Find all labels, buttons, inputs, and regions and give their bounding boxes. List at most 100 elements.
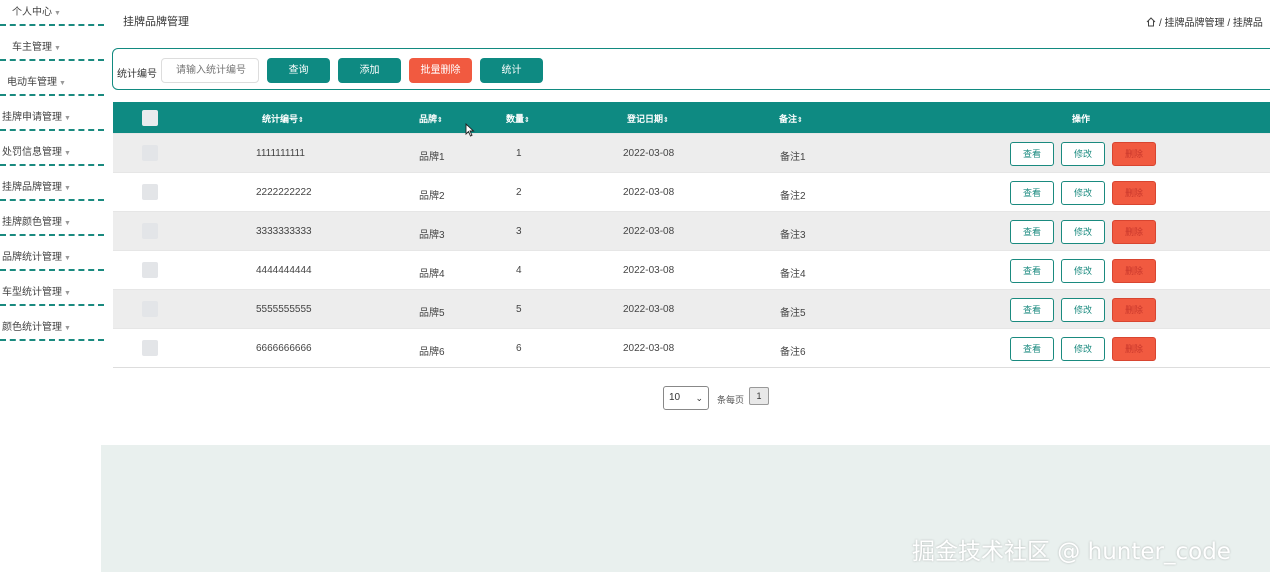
- table-row: 1111111111 品牌1 1 2022-03-08 备注1 查看 修改 删除: [113, 133, 1270, 172]
- delete-button[interactable]: 删除: [1112, 142, 1156, 166]
- edit-button[interactable]: 修改: [1061, 259, 1105, 283]
- breadcrumb: / 挂牌品牌管理 / 挂牌品: [1146, 14, 1270, 30]
- cell-note: 备注5: [780, 308, 806, 319]
- sidebar-item-label: 个人中心: [12, 7, 52, 18]
- chevron-down-icon: ▼: [54, 45, 61, 52]
- cell-code: 2222222222: [256, 187, 312, 198]
- cell-date: 2022-03-08: [623, 343, 675, 354]
- sidebar-item-brand-stats[interactable]: 品牌统计管理 ▼: [0, 236, 104, 271]
- cell-date: 2022-03-08: [623, 226, 675, 237]
- edit-button[interactable]: 修改: [1061, 220, 1105, 244]
- sort-icon: ⇕: [797, 117, 803, 124]
- per-page-label: 条每页: [717, 395, 745, 405]
- row-checkbox[interactable]: [142, 223, 158, 239]
- view-button[interactable]: 查看: [1010, 220, 1054, 244]
- page-title: 挂牌品牌管理: [123, 16, 189, 28]
- column-header-brand[interactable]: 品牌⇕: [419, 112, 443, 125]
- sidebar: 个人中心 ▼ 车主管理 ▼ 电动车管理 ▼ 挂牌申请管理 ▼ 处罚信息管理 ▼ 挂牌品牌管…: [0, 0, 104, 345]
- view-button[interactable]: 查看: [1010, 298, 1054, 322]
- sidebar-item-plate-brand[interactable]: 挂牌品牌管理 ▼: [0, 166, 104, 201]
- app-root: 个人中心 ▼ 车主管理 ▼ 电动车管理 ▼ 挂牌申请管理 ▼ 处罚信息管理 ▼ 挂牌品牌管…: [0, 0, 1270, 579]
- sidebar-item-label: 车主管理: [12, 42, 52, 53]
- cell-note: 备注3: [780, 230, 806, 241]
- sidebar-item-label: 车型统计管理: [2, 287, 62, 298]
- cell-date: 2022-03-08: [623, 304, 675, 315]
- row-checkbox[interactable]: [142, 340, 158, 356]
- column-header-code[interactable]: 统计编号⇕: [262, 112, 304, 125]
- cell-note: 备注4: [780, 269, 806, 280]
- chevron-down-icon: ▼: [64, 115, 71, 122]
- search-input[interactable]: [161, 58, 259, 83]
- sidebar-item-owner[interactable]: 车主管理 ▼: [0, 26, 104, 61]
- sidebar-item-label: 挂牌颜色管理: [2, 217, 62, 228]
- delete-button[interactable]: 删除: [1112, 298, 1156, 322]
- table-row: 6666666666 品牌6 6 2022-03-08 备注6 查看 修改 删除: [113, 328, 1270, 367]
- delete-button[interactable]: 删除: [1112, 259, 1156, 283]
- table-row: 5555555555 品牌5 5 2022-03-08 备注5 查看 修改 删除: [113, 289, 1270, 328]
- sidebar-item-personal-center[interactable]: 个人中心 ▼: [0, 0, 104, 26]
- table-row: 4444444444 品牌4 4 2022-03-08 备注4 查看 修改 删除: [113, 250, 1270, 289]
- cell-count: 4: [516, 265, 522, 276]
- sidebar-item-color-stats[interactable]: 颜色统计管理 ▼: [0, 306, 104, 341]
- cell-brand: 品牌5: [419, 308, 445, 319]
- cell-count: 5: [516, 304, 522, 315]
- edit-button[interactable]: 修改: [1061, 181, 1105, 205]
- select-all-checkbox[interactable]: [142, 110, 158, 126]
- sidebar-item-penalty[interactable]: 处罚信息管理 ▼: [0, 131, 104, 166]
- stats-button[interactable]: 统计: [480, 58, 543, 83]
- delete-button[interactable]: 删除: [1112, 220, 1156, 244]
- cell-count: 3: [516, 226, 522, 237]
- batch-delete-button[interactable]: 批量删除: [409, 58, 472, 83]
- row-checkbox[interactable]: [142, 301, 158, 317]
- watermark: 掘金技术社区 @ hunter_code: [912, 539, 1231, 565]
- page-number-button[interactable]: 1: [749, 387, 769, 405]
- cell-code: 4444444444: [256, 265, 312, 276]
- row-checkbox[interactable]: [142, 184, 158, 200]
- column-header-date[interactable]: 登记日期⇕: [627, 112, 669, 125]
- add-button[interactable]: 添加: [338, 58, 401, 83]
- column-header-note[interactable]: 备注⇕: [779, 112, 803, 125]
- sidebar-item-model-stats[interactable]: 车型统计管理 ▼: [0, 271, 104, 306]
- edit-button[interactable]: 修改: [1061, 298, 1105, 322]
- view-button[interactable]: 查看: [1010, 142, 1054, 166]
- row-checkbox[interactable]: [142, 262, 158, 278]
- delete-button[interactable]: 删除: [1112, 337, 1156, 361]
- sort-icon: ⇕: [298, 117, 304, 124]
- view-button[interactable]: 查看: [1010, 181, 1054, 205]
- view-button[interactable]: 查看: [1010, 337, 1054, 361]
- cell-brand: 品牌1: [419, 152, 445, 163]
- chevron-down-icon: ▼: [59, 80, 66, 87]
- table-row: 3333333333 品牌3 3 2022-03-08 备注3 查看 修改 删除: [113, 211, 1270, 250]
- sort-icon: ⇕: [437, 117, 443, 124]
- row-checkbox[interactable]: [142, 145, 158, 161]
- cell-brand: 品牌6: [419, 347, 445, 358]
- cell-date: 2022-03-08: [623, 265, 675, 276]
- breadcrumb-trail[interactable]: / 挂牌品牌管理 / 挂牌品: [1159, 18, 1263, 29]
- page-size-select[interactable]: 10 ⌄: [663, 386, 709, 410]
- sidebar-item-ebike[interactable]: 电动车管理 ▼: [0, 61, 104, 96]
- home-icon[interactable]: [1146, 17, 1156, 30]
- edit-button[interactable]: 修改: [1061, 142, 1105, 166]
- cell-code: 3333333333: [256, 226, 312, 237]
- view-button[interactable]: 查看: [1010, 259, 1054, 283]
- cell-date: 2022-03-08: [623, 148, 675, 159]
- cell-date: 2022-03-08: [623, 187, 675, 198]
- cell-brand: 品牌2: [419, 191, 445, 202]
- column-header-count[interactable]: 数量⇕: [506, 112, 530, 125]
- sort-icon: ⇕: [524, 117, 530, 124]
- chevron-down-icon: ▼: [64, 150, 71, 157]
- sidebar-item-plate-color[interactable]: 挂牌颜色管理 ▼: [0, 201, 104, 236]
- cell-note: 备注6: [780, 347, 806, 358]
- cell-count: 1: [516, 148, 522, 159]
- cell-note: 备注2: [780, 191, 806, 202]
- sidebar-item-plate-application[interactable]: 挂牌申请管理 ▼: [0, 96, 104, 131]
- delete-button[interactable]: 删除: [1112, 181, 1156, 205]
- edit-button[interactable]: 修改: [1061, 337, 1105, 361]
- sort-icon: ⇕: [663, 117, 669, 124]
- cell-brand: 品牌3: [419, 230, 445, 241]
- query-button[interactable]: 查询: [267, 58, 330, 83]
- chevron-down-icon: ▼: [64, 325, 71, 332]
- chevron-down-icon: ▼: [64, 185, 71, 192]
- brand-table: 统计编号⇕ 品牌⇕ 数量⇕ 登记日期⇕ 备注⇕ 操作 1111111111 品牌…: [113, 102, 1270, 368]
- cell-code: 1111111111: [256, 148, 305, 159]
